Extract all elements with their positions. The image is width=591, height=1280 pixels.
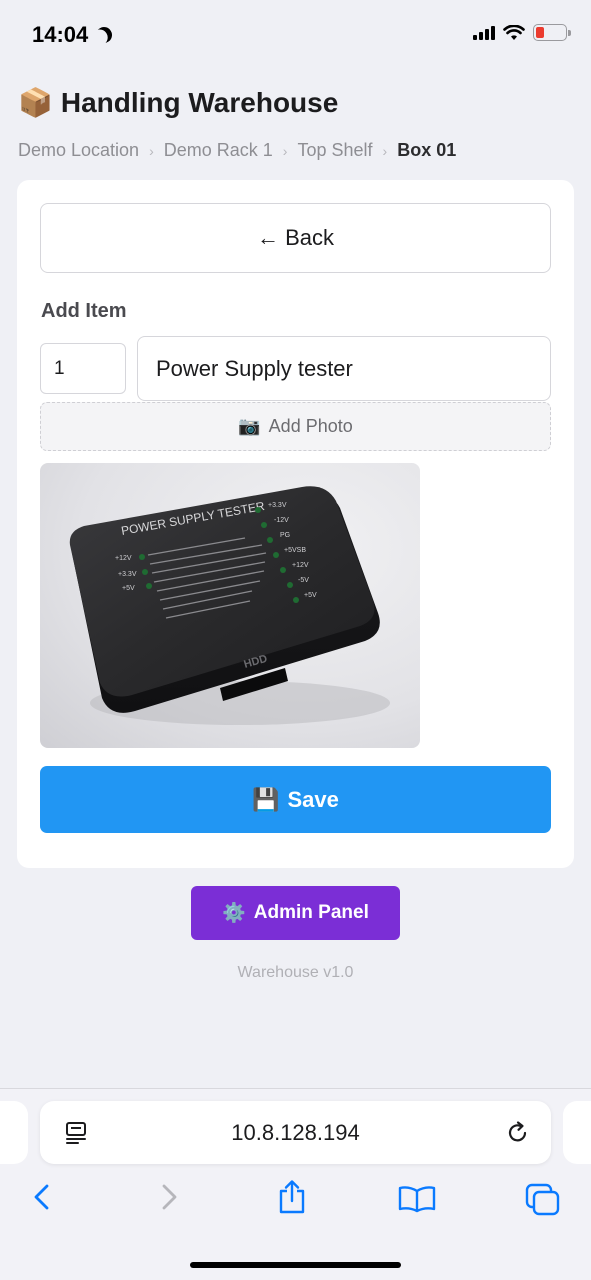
battery-icon	[533, 24, 571, 41]
power-supply-tester-photo: HDD POWER SUPPLY TESTER +12V +3.3V +5V +…	[69, 486, 390, 725]
quantity-value: 1	[54, 357, 65, 379]
add-item-card: ← Back Add Item 1 Power Supply tester 📷 …	[17, 180, 574, 868]
quantity-input[interactable]: 1	[40, 343, 126, 394]
browser-toolbar: 10.8.128.194	[0, 1088, 591, 1280]
breadcrumb-shelf[interactable]: Top Shelf	[297, 140, 372, 161]
breadcrumb: Demo Location › Demo Rack 1 › Top Shelf …	[18, 140, 456, 161]
version-label: Warehouse v1.0	[237, 964, 354, 981]
next-tab-preview[interactable]	[563, 1101, 591, 1164]
camera-icon: 📷	[238, 416, 261, 436]
admin-panel-label: Admin Panel	[253, 902, 369, 923]
add-photo-label: Add Photo	[268, 416, 353, 436]
status-bar: 14:04	[0, 0, 591, 70]
section-label: Add Item	[41, 300, 127, 322]
reload-icon[interactable]	[505, 1120, 531, 1146]
svg-text:PG: PG	[280, 532, 290, 539]
page-title-text: Handling Warehouse	[60, 86, 339, 118]
breadcrumb-separator: ›	[149, 142, 154, 159]
admin-panel-button[interactable]: ⚙️ Admin Panel	[191, 886, 400, 940]
breadcrumb-separator: ›	[282, 142, 288, 159]
breadcrumb-rack[interactable]: Demo Rack 1	[164, 140, 273, 161]
clock: 14:04	[32, 22, 89, 47]
share-icon[interactable]	[277, 1179, 307, 1215]
item-photo-preview: HDD POWER SUPPLY TESTER +12V +3.3V +5V +…	[40, 463, 420, 748]
package-icon: 📦	[18, 87, 53, 118]
status-icons	[473, 24, 571, 41]
floppy-disk-icon: 💾	[252, 786, 280, 812]
svg-text:+3.3V: +3.3V	[118, 571, 137, 578]
forward-arrow-icon[interactable]	[157, 1183, 181, 1211]
svg-text:+3.3V: +3.3V	[268, 502, 287, 509]
address-bar[interactable]: 10.8.128.194	[40, 1101, 551, 1164]
svg-text:-5V: -5V	[298, 577, 309, 584]
svg-text:+12V: +12V	[292, 562, 309, 569]
home-indicator	[190, 1262, 401, 1268]
breadcrumb-location[interactable]: Demo Location	[18, 140, 139, 161]
previous-tab-preview[interactable]	[0, 1101, 28, 1164]
svg-text:-12V: -12V	[274, 517, 289, 524]
back-button-label: ← Back	[256, 225, 335, 250]
back-arrow-icon[interactable]	[30, 1183, 54, 1211]
back-button[interactable]: ← Back	[40, 203, 551, 273]
page-title: 📦 Handling Warehouse	[18, 86, 338, 119]
item-name-input[interactable]: Power Supply tester	[137, 336, 551, 401]
svg-text:+5V: +5V	[304, 592, 317, 599]
bookmarks-icon[interactable]	[398, 1185, 436, 1213]
wifi-icon	[503, 24, 525, 40]
url-text: 10.8.128.194	[231, 1119, 360, 1145]
save-button-label: Save	[287, 786, 339, 812]
save-button[interactable]: 💾 Save	[40, 766, 551, 833]
tabs-icon[interactable]	[525, 1183, 561, 1217]
status-time: 14:04	[32, 22, 112, 48]
cellular-signal-icon	[473, 25, 495, 40]
add-photo-button[interactable]: 📷 Add Photo	[40, 402, 551, 451]
svg-text:+5V: +5V	[122, 585, 135, 592]
item-name-value: Power Supply tester	[156, 355, 353, 381]
focus-moon-icon	[93, 24, 115, 46]
svg-text:+5VSB: +5VSB	[284, 547, 306, 554]
breadcrumb-separator: ›	[382, 142, 388, 159]
breadcrumb-box: Box 01	[397, 140, 457, 160]
svg-text:+12V: +12V	[115, 555, 132, 562]
gear-icon: ⚙️	[222, 903, 246, 924]
